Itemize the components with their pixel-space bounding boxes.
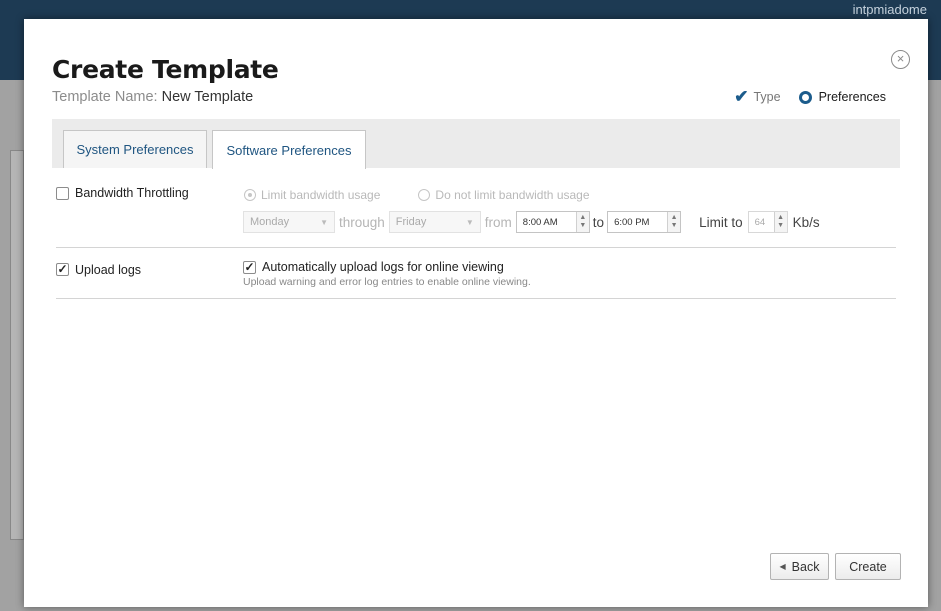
wizard-steps: ✔ Type Preferences [716, 87, 886, 106]
auto-upload-description: Upload warning and error log entries to … [243, 276, 531, 288]
chevron-left-icon: ◀ [779, 562, 786, 571]
time-from-stepper[interactable]: 8:00 AM ▲ ▼ [515, 211, 590, 233]
bandwidth-throttling-checkbox[interactable] [56, 187, 69, 200]
to-label: to [592, 214, 605, 230]
modal-title: Create Template [52, 55, 279, 84]
tab-bar: System Preferences Software Preferences [52, 119, 900, 169]
create-button[interactable]: Create [835, 553, 901, 580]
upload-logs-checkbox[interactable]: ✓ [56, 263, 69, 276]
chevron-down-icon: ▼ [465, 217, 474, 227]
chevron-down-icon: ▼ [320, 217, 328, 227]
step-preferences-label: Preferences [818, 90, 886, 104]
step-type-label: Type [753, 90, 781, 104]
bandwidth-radio-group: Limit bandwidth usage Do not limit bandw… [244, 188, 628, 202]
template-name-value: New Template [161, 89, 254, 105]
auto-upload-checkbox[interactable]: ✓ [243, 260, 256, 274]
bandwidth-schedule: Monday ▼ through Friday ▼ from 8:00 AM ▲… [243, 210, 825, 234]
create-template-modal: × Create Template Template Name: New Tem… [24, 19, 928, 607]
background-user-name: intpmiadome [852, 2, 927, 17]
limit-to-label: Limit to [699, 214, 743, 230]
template-name-line: Template Name: New Template [52, 89, 253, 105]
radio-no-limit-bandwidth[interactable]: Do not limit bandwidth usage [418, 188, 590, 202]
row-divider [56, 247, 896, 248]
template-name-label: Template Name: [52, 89, 158, 105]
back-button-label: Back [791, 559, 820, 574]
upload-logs-label: Upload logs [75, 263, 142, 277]
radio-limit-bandwidth[interactable]: Limit bandwidth usage [244, 188, 380, 202]
time-to-stepper[interactable]: 6:00 PM ▲ ▼ [607, 211, 682, 233]
checkmark-icon: ✔ [734, 87, 749, 106]
day-from-select[interactable]: Monday ▼ [243, 211, 335, 233]
through-label: through [339, 214, 385, 230]
step-type: ✔ Type [734, 87, 781, 106]
radio-limit-label: Limit bandwidth usage [261, 188, 381, 202]
auto-upload-label: Automatically upload logs for online vie… [262, 260, 504, 274]
spinner-icon[interactable]: ▲ ▼ [667, 212, 681, 232]
radio-limit-icon [244, 189, 256, 201]
day-from-value: Monday [250, 216, 290, 228]
time-to-value: 6:00 PM [614, 216, 650, 228]
radio-no-limit-label: Do not limit bandwidth usage [435, 188, 590, 202]
limit-value-stepper[interactable]: 64 ▲ ▼ [747, 211, 788, 233]
current-step-icon [798, 90, 812, 104]
tab-software-preferences[interactable]: Software Preferences [212, 130, 366, 169]
auto-upload-option[interactable]: ✓ Automatically upload logs for online v… [243, 260, 504, 274]
day-to-value: Friday [395, 216, 427, 228]
limit-value: 64 [754, 216, 766, 228]
background-panel [10, 150, 24, 540]
bandwidth-throttling-label: Bandwidth Throttling [75, 186, 189, 200]
step-preferences: Preferences [798, 90, 886, 104]
close-icon[interactable]: × [891, 50, 910, 69]
spinner-icon[interactable]: ▲ ▼ [575, 212, 589, 232]
from-label: from [484, 214, 512, 230]
day-to-select[interactable]: Friday ▼ [388, 211, 481, 233]
tab-system-preferences[interactable]: System Preferences [63, 130, 207, 168]
row-divider [56, 298, 896, 299]
unit-label: Kb/s [792, 214, 820, 230]
time-from-value: 8:00 AM [522, 216, 558, 228]
back-button[interactable]: ◀ Back [770, 553, 829, 580]
radio-no-limit-icon [418, 189, 431, 201]
spinner-icon[interactable]: ▲ ▼ [773, 212, 787, 232]
